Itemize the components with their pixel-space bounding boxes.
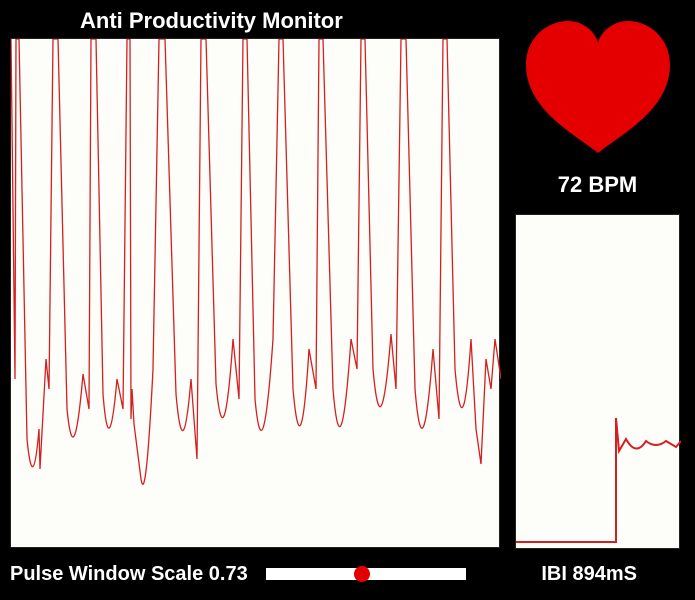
scale-label: Pulse Window Scale 0.73 (10, 563, 248, 586)
heart-box (510, 10, 685, 160)
heart-icon (518, 15, 678, 155)
pulse-main-chart (10, 38, 500, 548)
bpm-readout: 72 BPM (510, 172, 685, 198)
scale-label-prefix: Pulse Window Scale (10, 563, 209, 585)
slider-thumb[interactable] (354, 566, 370, 582)
ibi-waveform-svg (516, 215, 681, 550)
ibi-value: 894mS (573, 563, 638, 585)
pulse-waveform-svg (11, 39, 501, 549)
side-panel: 72 BPM (510, 10, 685, 549)
ibi-label: IBI 894mS (541, 563, 637, 586)
ibi-waveform-path (516, 418, 681, 542)
footer-bar: Pulse Window Scale 0.73 IBI 894mS (10, 558, 685, 590)
pulse-waveform-path (11, 39, 501, 484)
app-title: Anti Productivity Monitor (80, 8, 343, 34)
ibi-side-chart (515, 214, 680, 549)
scale-slider[interactable] (266, 566, 466, 582)
scale-value: 0.73 (209, 563, 248, 585)
ibi-prefix: IBI (541, 563, 572, 585)
